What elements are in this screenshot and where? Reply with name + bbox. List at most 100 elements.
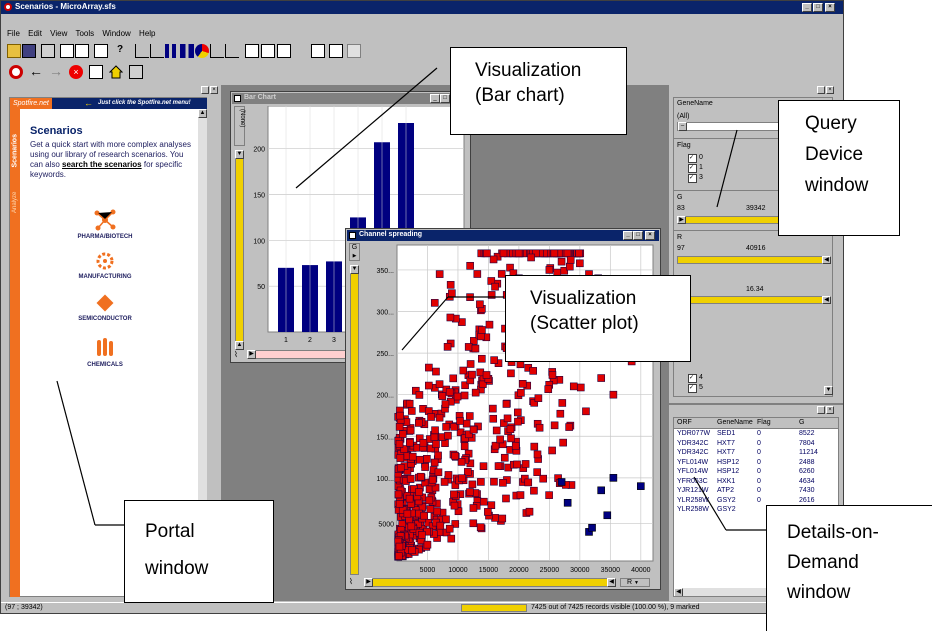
scatter-marked-point[interactable] [557,478,566,486]
scatter-point[interactable] [498,514,507,523]
scatter-point[interactable] [424,381,433,390]
forward-arrow-icon[interactable]: → [49,64,63,79]
scatter-point[interactable] [394,490,403,499]
scatter-y-selector[interactable]: G ▶ [349,243,360,261]
details-scroll-left-button[interactable]: ◀ [674,588,683,596]
scatter-point[interactable] [490,356,498,364]
scatter-point[interactable] [471,388,480,397]
scatter-point[interactable] [396,411,404,420]
scatter-x-selector[interactable]: R ▼ [620,578,650,587]
details-header-genename[interactable]: GeneName [717,418,757,428]
scatter-point[interactable] [550,421,559,430]
scenario-semiconductor[interactable]: SEMICONDUCTOR [50,292,160,332]
scatter-point[interactable] [503,414,512,423]
print-page-icon[interactable] [129,65,143,79]
ratio-range-slider[interactable]: ◀ [677,296,831,304]
scatter-point[interactable] [405,494,414,503]
scatter-x-slider-right[interactable]: ◀ [607,578,616,587]
search-scenarios-link[interactable]: search the scenarios [62,160,142,169]
scatter-point[interactable] [431,426,439,435]
scatter-point[interactable] [432,367,440,376]
scatter-y-axis-slider[interactable]: ▼ [350,265,359,575]
back-arrow-icon[interactable]: ← [29,64,43,79]
scatter-point[interactable] [440,478,449,486]
scatter-point[interactable] [575,249,583,258]
portal-home-icon[interactable] [9,65,23,79]
scatter-point[interactable] [576,383,585,392]
scatter-point[interactable] [548,446,556,455]
scatter-point[interactable] [502,400,511,408]
scatter-point[interactable] [434,468,443,477]
scatter-point[interactable] [395,440,404,448]
scatter-point[interactable] [445,524,454,533]
minimize-button[interactable]: _ [802,3,812,12]
query-scroll-down-button[interactable]: ▼ [824,386,833,395]
scatter-point[interactable] [444,471,453,479]
scatter-point[interactable] [449,374,458,383]
bar-y-slider-bottom[interactable]: ▲ [235,341,244,350]
scatter-point[interactable] [451,451,459,460]
genename-slider-thumb[interactable]: – [678,122,687,131]
bar-y-axis-slider[interactable]: ▼ ▲ [235,150,244,350]
layout-icon[interactable] [277,44,291,58]
print-icon[interactable] [41,44,55,58]
save-icon[interactable] [22,44,36,58]
scatter-point[interactable] [466,488,474,496]
scatter-point[interactable] [420,511,428,520]
scenario-chemicals[interactable]: CHEMICALS [50,336,160,376]
details-row[interactable]: YDR077W SED1 0 8522 [674,429,838,439]
scatter-point[interactable] [469,519,478,528]
scatter-point[interactable] [395,542,404,551]
bar3d-icon[interactable] [180,44,194,58]
open-icon[interactable] [7,44,21,58]
scatter-point[interactable] [473,270,482,278]
scatter-point[interactable] [514,408,522,417]
scatter-point[interactable] [480,497,488,506]
duplicate-icon[interactable] [94,44,108,58]
scatter-point[interactable] [416,455,424,464]
scatter-point[interactable] [466,293,474,301]
scatter-point[interactable] [556,409,565,418]
scatter-point[interactable] [403,509,412,518]
refresh-icon[interactable] [89,65,103,79]
scatter-point[interactable] [533,468,541,476]
scatter-point[interactable] [423,540,432,549]
menu-tools[interactable]: Tools [75,29,94,38]
scatter-maximize-button[interactable]: □ [633,231,643,240]
scatter-point[interactable] [450,501,459,510]
paste-icon[interactable] [75,44,89,58]
scatter-point[interactable] [487,501,496,510]
scatter-point[interactable] [415,391,424,399]
scatter-point[interactable] [489,255,498,264]
scatter-point[interactable] [464,468,472,476]
scatter-point[interactable] [565,423,573,431]
scatter-point[interactable] [432,440,440,448]
scatter-point[interactable] [489,414,498,423]
scatter-point[interactable] [513,460,521,469]
scatter-point[interactable] [438,392,447,400]
scatter-point[interactable] [530,486,538,495]
scatter-point[interactable] [559,438,567,447]
scatter3d-icon[interactable] [150,44,164,58]
scatter-point[interactable] [582,407,590,416]
scatter-point[interactable] [469,425,478,434]
flag-option-1[interactable]: ✓ 1 [688,164,703,173]
lower-option-5[interactable]: ✓ 5 [688,384,703,393]
ratio-slider-right[interactable]: ◀ [822,296,831,304]
scatter-point[interactable] [565,262,574,271]
scatter-point[interactable] [506,425,515,434]
details-header-flag[interactable]: Flag [757,418,799,428]
details-restore-button[interactable] [817,406,825,414]
pie-icon[interactable] [195,44,209,58]
scatter-point[interactable] [419,438,428,447]
scatter-point[interactable] [529,367,537,375]
details-row[interactable]: YDR342C HXT7 0 7804 [674,439,838,449]
stop-icon[interactable]: × [69,65,83,79]
scatter-point[interactable] [443,343,452,351]
menu-view[interactable]: View [50,29,67,38]
scatter-close-button[interactable]: × [645,231,655,240]
scatter-point[interactable] [478,326,486,334]
r-slider-right[interactable]: ◀ [822,256,831,264]
scatter-point[interactable] [502,494,510,503]
scatter-point[interactable] [395,423,404,431]
